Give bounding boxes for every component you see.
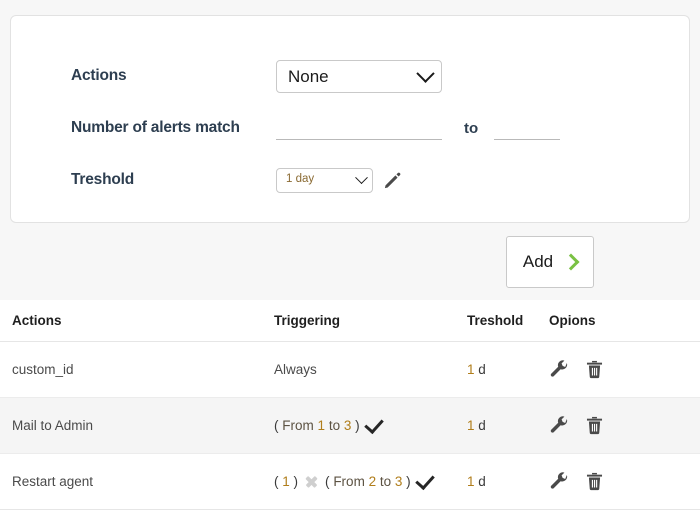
cell-opions	[549, 454, 700, 510]
x-icon	[305, 475, 318, 488]
cell-triggering: ( 1 ) ( From 2 to 3 )	[274, 454, 467, 510]
table-header-row: Actions Triggering Treshold Opions	[0, 301, 700, 342]
wrench-icon[interactable]	[549, 415, 570, 436]
cell-treshold: 1 d	[467, 341, 549, 398]
option-icons	[549, 471, 700, 492]
keyword-to: to	[328, 418, 341, 433]
triggering-group-b: ( From 2 to 3 )	[325, 474, 411, 489]
settings-card: Actions None Number of alerts match to T…	[10, 15, 690, 223]
alerts-to-input[interactable]	[494, 116, 561, 140]
range-end: 3	[343, 418, 352, 433]
form-rows: Actions None Number of alerts match to T…	[11, 16, 689, 206]
actions-label: Actions	[71, 67, 127, 84]
alerts-match-control: to	[276, 116, 561, 140]
cell-opions	[549, 341, 700, 398]
treshold-number: 1	[467, 418, 475, 433]
option-icons	[549, 415, 700, 436]
cell-treshold: 1 d	[467, 397, 549, 454]
treshold-unit: d	[478, 474, 486, 489]
triggering-expression: ( 1 ) ( From 2 to 3 )	[274, 470, 467, 491]
table-row[interactable]: Mail to Admin ( From 1 to 3 ) 1 d	[0, 397, 700, 454]
group-a-value: 1	[282, 474, 290, 489]
paren-close: )	[406, 474, 411, 489]
treshold-number: 1	[467, 362, 475, 377]
column-header-opions[interactable]: Opions	[549, 301, 700, 342]
alerts-range-separator: to	[464, 119, 479, 137]
paren-open: (	[274, 418, 279, 433]
treshold-unit: d	[478, 418, 486, 433]
keyword-to: to	[379, 474, 392, 489]
threshold-control: 1 day	[276, 167, 402, 193]
paren-open: (	[325, 474, 330, 489]
actions-select-value: None	[288, 66, 329, 86]
chevron-down-icon	[416, 63, 435, 83]
alerts-from-input[interactable]	[276, 116, 442, 140]
treshold-unit: d	[478, 362, 486, 377]
range-start: 2	[368, 474, 377, 489]
threshold-label: Treshold	[71, 171, 134, 188]
wrench-icon[interactable]	[549, 359, 570, 380]
trash-icon[interactable]	[584, 415, 605, 436]
chevron-right-icon	[562, 253, 580, 271]
column-header-actions[interactable]: Actions	[0, 301, 274, 342]
threshold-select-value: 1 day	[286, 173, 315, 186]
rules-table: Actions Triggering Treshold Opions custo…	[0, 301, 700, 509]
cell-triggering: Always	[274, 341, 467, 398]
treshold-number: 1	[467, 474, 475, 489]
paren-close: )	[293, 474, 299, 489]
range-end: 3	[394, 474, 403, 489]
actions-control: None	[276, 59, 442, 93]
alerts-match-label: Number of alerts match	[71, 119, 240, 136]
threshold-select[interactable]: 1 day	[276, 167, 373, 193]
option-icons	[549, 359, 700, 380]
chevron-down-icon	[355, 170, 368, 184]
keyword-from: From	[333, 474, 365, 489]
paren-open: (	[274, 474, 279, 489]
table-body: custom_id Always 1 d Mail to Admin (Fro…	[0, 341, 700, 510]
cell-opions	[549, 397, 700, 454]
column-header-treshold[interactable]: Treshold	[467, 301, 549, 342]
cell-action: Restart agent	[12, 474, 94, 489]
keyword-from: From	[282, 418, 314, 433]
add-button-zone: Add	[0, 236, 700, 288]
form-row-actions: Actions None	[11, 50, 689, 102]
check-icon	[363, 414, 384, 435]
column-header-triggering[interactable]: Triggering	[274, 301, 467, 342]
add-button-label: Add	[522, 252, 554, 271]
table-row[interactable]: Restart agent ( 1 ) ( From 2 to 3) 1 d	[0, 454, 700, 510]
trash-icon[interactable]	[584, 359, 605, 380]
trash-icon[interactable]	[584, 471, 605, 492]
range-start: 1	[317, 418, 326, 433]
pencil-icon[interactable]	[383, 171, 402, 190]
cell-action: Mail to Admin	[0, 397, 274, 454]
rules-table-container: Actions Triggering Treshold Opions custo…	[0, 300, 700, 510]
cell-action: custom_id	[0, 341, 274, 398]
form-row-alerts-match: Number of alerts match to	[11, 102, 689, 154]
check-icon	[414, 470, 435, 491]
form-row-threshold: Treshold 1 day	[11, 154, 689, 206]
triggering-group-a: ( 1 )	[274, 474, 298, 489]
cell-treshold: 1 d	[467, 454, 549, 510]
table-row[interactable]: custom_id Always 1 d	[0, 341, 700, 398]
actions-select[interactable]: None	[276, 59, 442, 93]
triggering-expression: ( From 1 to 3 )	[274, 414, 467, 435]
triggering-group: ( From 1 to 3 )	[274, 418, 360, 433]
triggering-always-text: Always	[274, 362, 317, 377]
add-button[interactable]: Add	[506, 236, 594, 288]
cell-triggering: ( From 1 to 3 )	[274, 397, 467, 454]
table-head: Actions Triggering Treshold Opions	[0, 301, 700, 342]
wrench-icon[interactable]	[549, 471, 570, 492]
paren-close: )	[355, 418, 360, 433]
